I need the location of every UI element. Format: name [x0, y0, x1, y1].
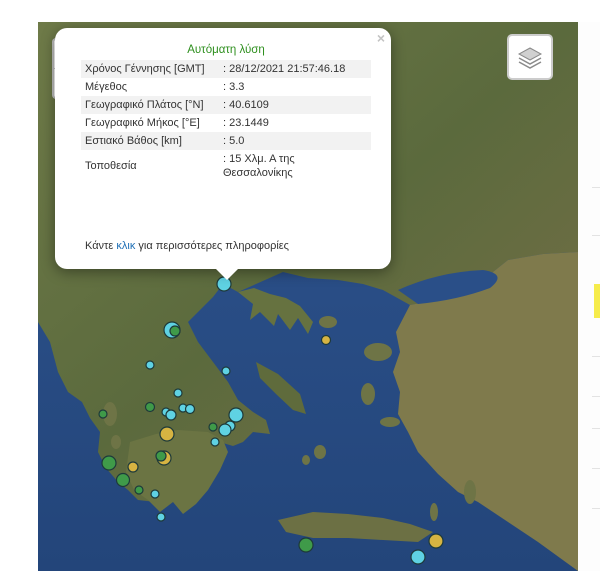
lemnos	[319, 316, 337, 328]
more-info-text: Κάντε κλικ για περισσότερες πληροφορίες	[85, 240, 289, 252]
quake-marker	[144, 401, 156, 413]
row-value: : 40.6109	[219, 96, 371, 114]
quake-marker	[156, 512, 166, 522]
table-row: Μέγεθος : 3.3	[81, 78, 371, 96]
row-label: Γεωγραφικό Μήκος [°E]	[85, 117, 200, 129]
quake-marker	[127, 461, 139, 473]
row-label: Γεωγραφικό Πλάτος [°N]	[81, 96, 219, 114]
more-info-link[interactable]: κλικ	[116, 240, 135, 252]
row-value: : 28/12/2021 21:57:46.18	[219, 60, 371, 78]
row-value: : 3.3	[223, 81, 245, 93]
quake-marker	[320, 334, 332, 346]
layers-button[interactable]	[507, 34, 553, 80]
quake-marker	[210, 437, 220, 447]
table-row: Γεωγραφικό Πλάτος [°N] : 40.6109	[81, 96, 371, 114]
row-label: Χρόνος Γέννησης [GMT]	[81, 60, 219, 78]
quake-marker	[428, 533, 444, 549]
quake-marker	[173, 388, 183, 398]
naxos	[314, 445, 326, 459]
event-details-table: Αυτόματη λύση Χρόνος Γέννησης [GMT] : 28…	[81, 40, 371, 182]
quake-marker	[218, 423, 232, 437]
event-popup: × Αυτόματη λύση Χρόνος Γέννησης [GMT] : …	[55, 28, 391, 280]
more-info-prefix: Κάντε	[85, 240, 117, 252]
quake-marker	[98, 409, 108, 419]
table-row: Γεωγραφικό Μήκος [°E] : 23.1449	[81, 114, 371, 132]
quake-marker	[150, 489, 160, 499]
quake-marker	[155, 450, 167, 462]
quake-marker	[165, 409, 177, 421]
karpathos	[430, 503, 438, 521]
close-icon[interactable]: ×	[377, 30, 385, 46]
quake-marker	[169, 325, 181, 337]
table-row: Τοποθεσία : 15 Χλμ. Α της Θεσσαλονίκης	[81, 150, 371, 182]
more-info-suffix: για περισσότερες πληροφορίες	[135, 240, 289, 252]
earthquake-map[interactable]: + − × Αυτόματη λύση Χρόνος Γέννησης [GMT…	[38, 22, 578, 571]
row-value: : 5.0	[219, 132, 371, 150]
popup-tip	[215, 268, 239, 280]
quake-marker	[298, 537, 314, 553]
quake-marker	[410, 549, 426, 565]
quake-marker	[228, 407, 244, 423]
quake-marker	[115, 472, 131, 488]
row-value: : 23.1449	[223, 117, 269, 129]
quake-marker	[101, 455, 117, 471]
row-label: Εστιακό Βάθος [km]	[81, 132, 219, 150]
quake-marker	[134, 485, 144, 495]
lesvos	[364, 343, 392, 361]
zakynthos	[111, 435, 121, 449]
row-label: Τοποθεσία	[85, 160, 137, 172]
table-row: Χρόνος Γέννησης [GMT] : 28/12/2021 21:57…	[81, 60, 371, 78]
quake-marker	[145, 360, 155, 370]
quake-marker	[184, 403, 196, 415]
rhodes	[464, 480, 476, 504]
row-label: Μέγεθος	[85, 81, 128, 93]
table-row: Εστιακό Βάθος [km] : 5.0	[81, 132, 371, 150]
side-panel-edge	[578, 22, 600, 571]
quake-marker	[208, 422, 218, 432]
popup-title: Αυτόματη λύση	[187, 44, 265, 56]
row-value: : 15 Χλμ. Α της Θεσσαλονίκης	[223, 153, 295, 179]
paros	[302, 455, 310, 465]
quake-marker	[159, 426, 175, 442]
chios	[361, 383, 375, 405]
layers-icon	[517, 47, 543, 69]
quake-marker	[221, 366, 231, 376]
samos	[380, 417, 400, 427]
